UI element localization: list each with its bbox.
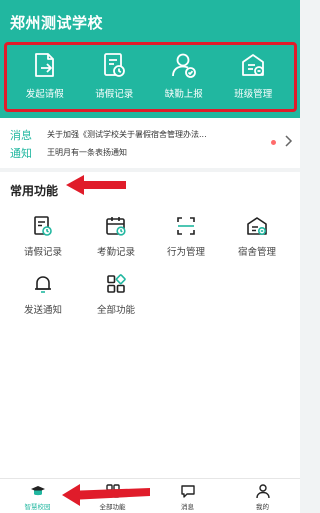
tab-messages[interactable]: 消息 <box>150 479 225 513</box>
bottom-tab-bar: 智慧校园 全部功能 消息 我的 <box>0 478 300 513</box>
grid-icon <box>105 484 120 498</box>
function-label: 宿舍管理 <box>237 247 276 258</box>
message-icon <box>180 485 195 498</box>
function-dormitory-management[interactable]: 宿舍管理 <box>222 214 292 258</box>
notice-tag: 通知 <box>10 147 32 160</box>
tab-mine[interactable]: 我的 <box>225 479 300 513</box>
unread-dot <box>271 140 276 145</box>
function-all-functions[interactable]: 全部功能 <box>81 272 151 316</box>
function-label: 考勤记录 <box>96 247 135 258</box>
tab-smart-campus[interactable]: 智慧校园 <box>0 479 75 513</box>
behavior-management-icon <box>177 217 195 235</box>
attendance-record-icon <box>106 217 126 236</box>
notice-tag: 消息 <box>10 129 32 142</box>
leave-record-icon <box>34 216 52 236</box>
tab-label: 消息 <box>181 503 194 511</box>
function-attendance-record[interactable]: 考勤记录 <box>81 214 151 258</box>
person-icon <box>255 484 270 499</box>
notice-bar[interactable]: 消息 通知 关于加强《测试学校关于暑假宿舍管理办法... 王明月有一条表扬通知 <box>0 118 300 168</box>
tab-label: 智慧校园 <box>24 503 51 511</box>
common-functions-section: 常用功能 请假记录 考勤记录 行为管理 宿舍管理 发送通知 全部功能 <box>0 172 300 478</box>
all-functions-icon <box>107 274 126 293</box>
tab-all-functions[interactable]: 全部功能 <box>75 479 150 513</box>
tab-label: 全部功能 <box>99 503 126 511</box>
bell-icon <box>35 276 51 293</box>
notice-item[interactable]: 王明月有一条表扬通知 <box>47 147 262 158</box>
dormitory-management-icon <box>247 217 267 236</box>
graduation-cap-icon <box>30 486 45 496</box>
function-label: 请假记录 <box>23 247 62 258</box>
function-leave-record[interactable]: 请假记录 <box>8 214 78 258</box>
chevron-right-icon[interactable] <box>282 133 294 149</box>
annotation-highlight-box <box>4 42 297 112</box>
function-label: 行为管理 <box>166 247 205 258</box>
function-send-notice[interactable]: 发送通知 <box>8 272 78 316</box>
school-title: 郑州测试学校 <box>10 14 104 32</box>
function-behavior-management[interactable]: 行为管理 <box>151 214 221 258</box>
section-title: 常用功能 <box>10 184 59 198</box>
notice-item[interactable]: 关于加强《测试学校关于暑假宿舍管理办法... <box>47 129 262 140</box>
function-label: 全部功能 <box>96 305 135 316</box>
function-label: 发送通知 <box>23 305 62 316</box>
tab-label: 我的 <box>256 503 269 511</box>
